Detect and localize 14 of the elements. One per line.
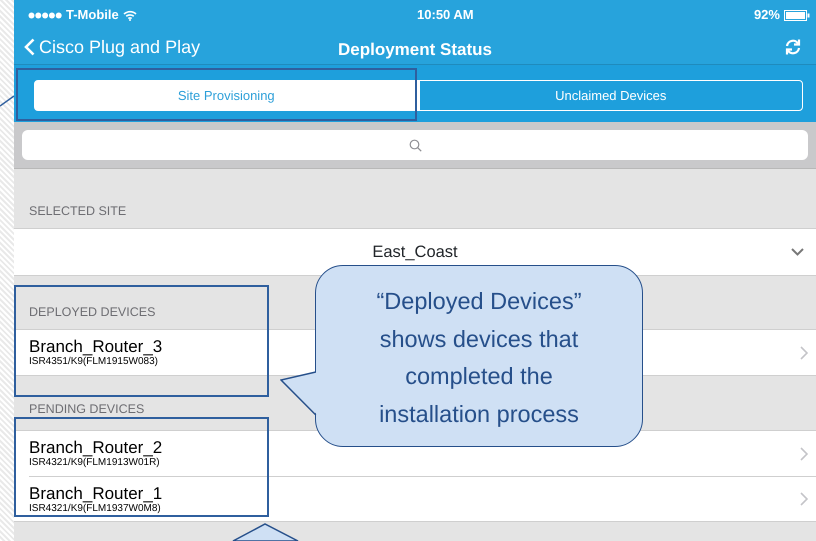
device-name: Branch_Router_3: [29, 337, 162, 356]
device-name: Branch_Router_2: [29, 438, 162, 457]
device-name: Branch_Router_1: [29, 484, 162, 502]
section-header: SELECTED SITE: [29, 203, 126, 220]
screen-title: Deployment Status: [338, 40, 492, 59]
battery-percent: 92%: [754, 6, 780, 24]
device-model: ISR4351/K9(FLM1915W083): [29, 356, 159, 368]
section-header: PENDING DEVICES: [29, 401, 144, 418]
clock-time: 10:50 AM: [417, 6, 474, 24]
device-model: ISR4321/K9(FLM1913W01R): [29, 457, 161, 469]
callout-tooltip-text: “Deployed Devices” shows devices that completed the installation process: [375, 287, 583, 429]
device-model: ISR4321/K9(FLM1937W0M8): [29, 502, 161, 514]
section-header: DEPLOYED DEVICES: [29, 304, 156, 322]
carrier-name: T-Mobile: [66, 6, 119, 24]
